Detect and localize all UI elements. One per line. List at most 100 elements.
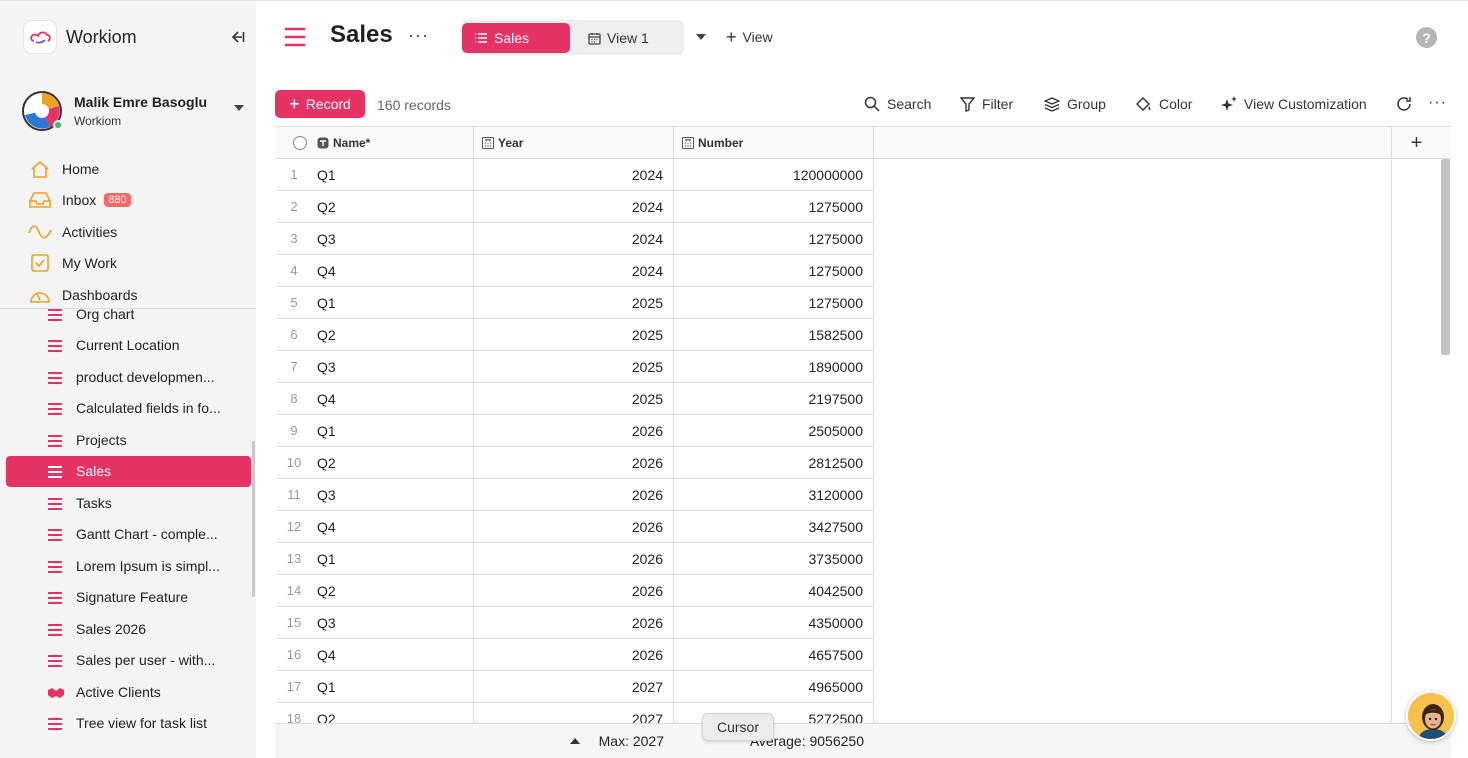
year-cell[interactable]: 2024 xyxy=(474,255,674,287)
name-cell[interactable]: Q4 xyxy=(313,511,474,543)
filter-button[interactable]: Filter xyxy=(960,96,1013,112)
name-cell[interactable]: Q3 xyxy=(313,607,474,639)
sidebar-scrollbar[interactable] xyxy=(252,441,255,597)
sidebar-app-item[interactable]: Tasks xyxy=(6,487,251,519)
year-cell[interactable]: 2027 xyxy=(474,671,674,703)
name-cell[interactable]: Q4 xyxy=(313,639,474,671)
name-cell[interactable]: Q2 xyxy=(313,191,474,223)
add-record-button[interactable]: + Record xyxy=(275,90,365,118)
table-row[interactable]: 10 Q2 2026 2812500 xyxy=(275,447,1451,479)
table-row[interactable]: 6 Q2 2025 1582500 xyxy=(275,319,1451,351)
year-cell[interactable]: 2026 xyxy=(474,511,674,543)
sidebar-app-item[interactable]: Calculated fields in fo... xyxy=(6,393,251,425)
number-cell[interactable]: 4657500 xyxy=(674,639,874,671)
brand[interactable]: Workiom xyxy=(24,21,137,53)
number-cell[interactable]: 1275000 xyxy=(674,255,874,287)
number-cell[interactable]: 1582500 xyxy=(674,319,874,351)
name-cell[interactable]: Q1 xyxy=(313,287,474,319)
name-cell[interactable]: Q2 xyxy=(313,447,474,479)
sidebar-app-item[interactable]: Tree view for task list xyxy=(6,708,251,740)
year-cell[interactable]: 2026 xyxy=(474,447,674,479)
sidebar-app-item[interactable]: Sales 2026 xyxy=(6,613,251,645)
number-cell[interactable]: 3120000 xyxy=(674,479,874,511)
nav-item-activities[interactable]: Activities xyxy=(28,216,248,248)
year-cell[interactable]: 2025 xyxy=(474,287,674,319)
user-switcher[interactable]: Malik Emre Basoglu Workiom xyxy=(22,89,248,133)
year-cell[interactable]: 2025 xyxy=(474,351,674,383)
number-cell[interactable]: 120000000 xyxy=(674,159,874,191)
add-column-button[interactable]: + xyxy=(1391,127,1441,159)
number-cell[interactable]: 2812500 xyxy=(674,447,874,479)
table-row[interactable]: 16 Q4 2026 4657500 xyxy=(275,639,1451,671)
year-cell[interactable]: 2024 xyxy=(474,191,674,223)
name-cell[interactable]: Q1 xyxy=(313,543,474,575)
table-row[interactable]: 17 Q1 2027 4965000 xyxy=(275,671,1451,703)
number-cell[interactable]: 1275000 xyxy=(674,287,874,319)
table-row[interactable]: 3 Q3 2024 1275000 xyxy=(275,223,1451,255)
number-cell[interactable]: 4350000 xyxy=(674,607,874,639)
sidebar-app-item[interactable]: Gantt Chart - comple... xyxy=(6,519,251,551)
sidebar-app-item[interactable]: Active Clients xyxy=(6,676,251,708)
table-row[interactable]: 11 Q3 2026 3120000 xyxy=(275,479,1451,511)
column-header-name[interactable]: Name* xyxy=(313,127,474,159)
name-cell[interactable]: Q4 xyxy=(313,383,474,415)
year-summary[interactable]: Max: 2027 xyxy=(474,724,674,758)
table-row[interactable]: 2 Q2 2024 1275000 xyxy=(275,191,1451,223)
help-icon[interactable]: ? xyxy=(1416,27,1437,48)
year-cell[interactable]: 2024 xyxy=(474,223,674,255)
number-cell[interactable]: 2197500 xyxy=(674,383,874,415)
table-row[interactable]: 4 Q4 2024 1275000 xyxy=(275,255,1451,287)
more-options-icon[interactable]: ··· xyxy=(408,25,429,46)
table-row[interactable]: 14 Q2 2026 4042500 xyxy=(275,575,1451,607)
year-cell[interactable]: 2025 xyxy=(474,383,674,415)
add-view-button[interactable]: + View xyxy=(726,28,773,46)
group-button[interactable]: Group xyxy=(1044,96,1106,112)
name-cell[interactable]: Q1 xyxy=(313,671,474,703)
menu-icon[interactable] xyxy=(284,27,306,47)
name-cell[interactable]: Q1 xyxy=(313,159,474,191)
year-cell[interactable]: 2026 xyxy=(474,543,674,575)
year-cell[interactable]: 2026 xyxy=(474,479,674,511)
grid-scrollbar[interactable] xyxy=(1441,159,1450,355)
name-cell[interactable]: Q4 xyxy=(313,255,474,287)
select-all-checkbox[interactable] xyxy=(293,136,307,150)
number-cell[interactable]: 3735000 xyxy=(674,543,874,575)
column-header-year[interactable]: Year xyxy=(474,127,674,159)
search-button[interactable]: Search xyxy=(864,96,931,112)
name-cell[interactable]: Q3 xyxy=(313,223,474,255)
table-row[interactable]: 15 Q3 2026 4350000 xyxy=(275,607,1451,639)
name-cell[interactable]: Q2 xyxy=(313,575,474,607)
table-row[interactable]: 7 Q3 2025 1890000 xyxy=(275,351,1451,383)
table-row[interactable]: 8 Q4 2025 2197500 xyxy=(275,383,1451,415)
nav-item-home[interactable]: Home xyxy=(28,153,248,185)
number-cell[interactable]: 3427500 xyxy=(674,511,874,543)
sidebar-app-item[interactable]: Lorem Ipsum is simpl... xyxy=(6,550,251,582)
number-cell[interactable]: 1890000 xyxy=(674,351,874,383)
table-row[interactable]: 9 Q1 2026 2505000 xyxy=(275,415,1451,447)
number-cell[interactable]: 4042500 xyxy=(674,575,874,607)
number-cell[interactable]: 1275000 xyxy=(674,191,874,223)
number-cell[interactable]: 4965000 xyxy=(674,671,874,703)
collapse-sidebar-icon[interactable] xyxy=(228,27,248,47)
year-cell[interactable]: 2026 xyxy=(474,639,674,671)
view-customization-button[interactable]: View Customization xyxy=(1221,96,1367,112)
sidebar-app-item[interactable]: Org chart xyxy=(6,298,251,330)
number-cell[interactable]: 2505000 xyxy=(674,415,874,447)
sidebar-app-item[interactable]: Projects xyxy=(6,424,251,456)
refresh-icon[interactable] xyxy=(1396,96,1419,112)
column-header-number[interactable]: Number xyxy=(674,127,874,159)
year-cell[interactable]: 2025 xyxy=(474,319,674,351)
table-row[interactable]: 1 Q1 2024 120000000 xyxy=(275,159,1451,191)
tab-sales[interactable]: Sales xyxy=(462,23,570,53)
tab-view-1[interactable]: View 1 xyxy=(582,23,678,53)
sidebar-app-item[interactable]: Signature Feature xyxy=(6,582,251,614)
year-cell[interactable]: 2026 xyxy=(474,415,674,447)
nav-item-my-work[interactable]: My Work xyxy=(28,248,248,280)
name-cell[interactable]: Q1 xyxy=(313,415,474,447)
name-cell[interactable]: Q2 xyxy=(313,319,474,351)
table-row[interactable]: 5 Q1 2025 1275000 xyxy=(275,287,1451,319)
table-row[interactable]: 13 Q1 2026 3735000 xyxy=(275,543,1451,575)
sidebar-app-item[interactable]: Sales xyxy=(6,455,251,487)
chevron-down-icon[interactable] xyxy=(696,34,706,40)
year-cell[interactable]: 2026 xyxy=(474,575,674,607)
